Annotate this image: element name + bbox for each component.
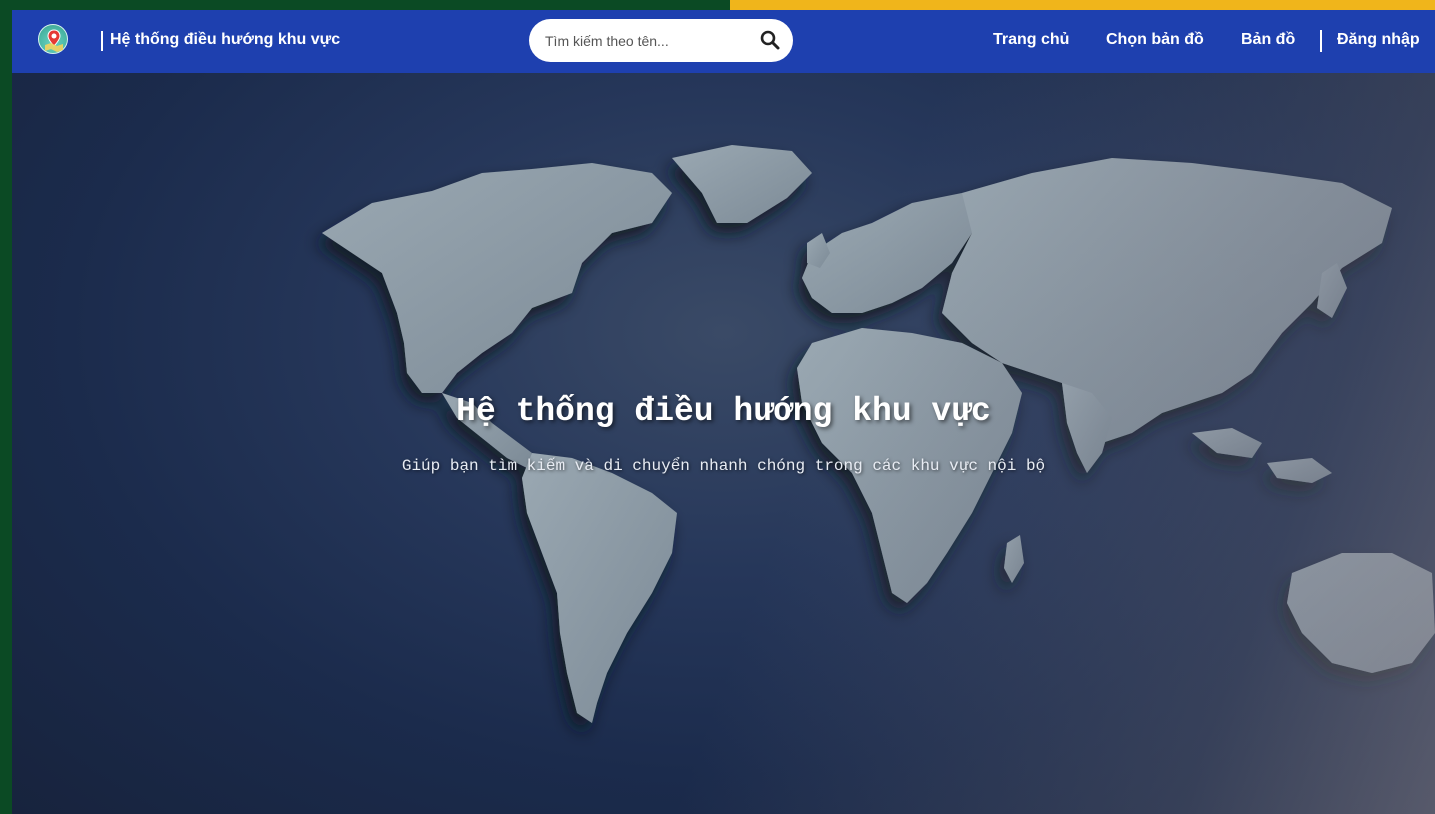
- page: Hệ thống điều hướng khu vực Trang chủ Ch…: [12, 10, 1435, 814]
- map-pin-icon[interactable]: [38, 24, 68, 54]
- nav-home[interactable]: Trang chủ: [993, 31, 1069, 49]
- hero-subtitle: Giúp bạn tìm kiếm và di chuyển nhanh chó…: [401, 457, 1046, 475]
- hero-banner: Hệ thống điều hướng khu vực Giúp bạn tìm…: [12, 73, 1435, 814]
- search-input[interactable]: [543, 29, 747, 53]
- search-icon[interactable]: [759, 29, 781, 51]
- search-box: [529, 19, 793, 62]
- nav-divider: [1320, 30, 1322, 52]
- top-accent-bar: [730, 0, 1435, 10]
- nav-map[interactable]: Bản đồ: [1241, 31, 1295, 49]
- brand-title[interactable]: Hệ thống điều hướng khu vực: [110, 31, 340, 49]
- hero-shading: [12, 73, 1435, 814]
- hero-title: Hệ thống điều hướng khu vực: [456, 393, 991, 430]
- navbar: Hệ thống điều hướng khu vực Trang chủ Ch…: [12, 10, 1435, 73]
- nav-login[interactable]: Đăng nhập: [1337, 31, 1420, 49]
- brand-divider: [101, 31, 103, 51]
- nav-choose-map[interactable]: Chọn bản đồ: [1106, 31, 1204, 49]
